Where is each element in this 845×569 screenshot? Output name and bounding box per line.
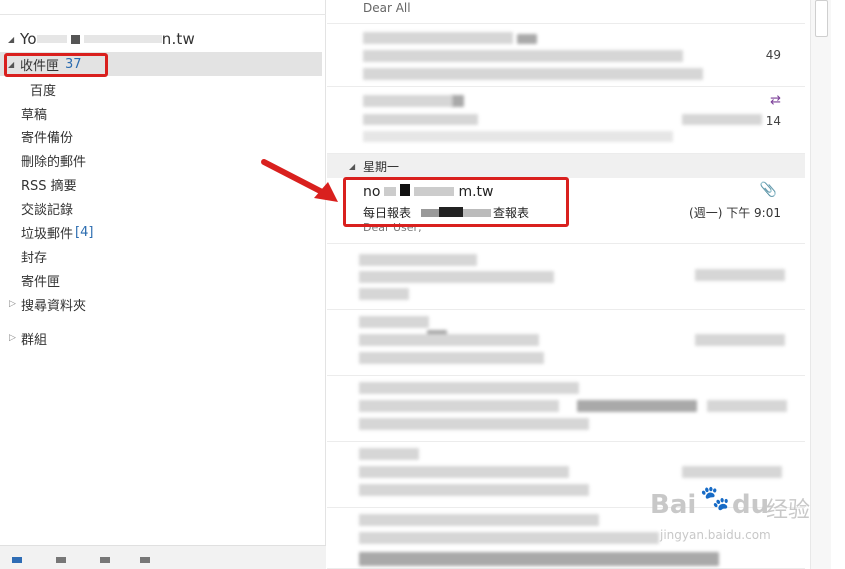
folder-sent[interactable]: 寄件備份 [0, 124, 322, 148]
blurred-value: 14 [765, 114, 781, 128]
divider [0, 14, 326, 15]
people-nav-icon[interactable] [100, 557, 110, 563]
message-item[interactable] [327, 244, 805, 310]
folder-label: 草稿 [21, 107, 48, 123]
folder-label: 刪除的郵件 [21, 154, 87, 170]
message-preview: Dear All [363, 1, 411, 15]
account-name-suffix: n.tw [161, 30, 195, 48]
folder-label: 交談記錄 [21, 202, 74, 218]
folder-label: 垃圾郵件 [21, 226, 74, 242]
folder-label: 封存 [21, 250, 48, 266]
watermark-url: jingyan.baidu.com [660, 528, 771, 542]
reply-icon: ⇄ [770, 93, 781, 108]
message-item[interactable]: ⇄ 14 [327, 87, 805, 154]
collapse-triangle-icon[interactable]: ◢ [8, 35, 20, 44]
folder-search-folders[interactable]: ▷ 搜尋資料夾 [0, 292, 322, 316]
calendar-nav-icon[interactable] [56, 557, 66, 563]
folder-label: RSS 摘要 [21, 178, 77, 194]
folder-outbox[interactable]: 寄件匣 [0, 268, 322, 292]
mail-nav-icon[interactable] [12, 557, 22, 563]
attachment-icon: 📎 [759, 182, 777, 198]
message-item[interactable]: 49 [327, 24, 805, 87]
folder-archive[interactable]: 封存 [0, 244, 322, 268]
inbox-highlight-box [4, 53, 108, 77]
collapse-triangle-icon[interactable]: ◢ [349, 162, 363, 171]
redaction-mask [70, 34, 80, 44]
expand-triangle-icon[interactable]: ▷ [9, 333, 21, 343]
folder-drafts[interactable]: 草稿 [0, 101, 322, 125]
tasks-nav-icon[interactable] [140, 557, 150, 563]
scroll-thumb[interactable] [815, 0, 828, 37]
watermark-cn: 经验 [766, 498, 811, 523]
folder-baidu[interactable]: 百度 [0, 77, 322, 101]
folder-label: 搜尋資料夾 [21, 298, 87, 314]
folder-label: 寄件備份 [21, 130, 74, 146]
message-highlight-box [343, 177, 569, 227]
message-received-time: (週一) 下午 9:01 [689, 206, 781, 220]
message-item[interactable] [327, 376, 805, 442]
redaction-mask [36, 35, 67, 43]
unread-count: [4] [75, 224, 94, 240]
folder-label: 群組 [21, 332, 48, 348]
date-group-header[interactable]: ◢ 星期一 [327, 154, 805, 178]
folder-junk[interactable]: 垃圾郵件 [4] [0, 220, 322, 244]
folder-groups[interactable]: ▷ 群組 [0, 326, 322, 350]
watermark: Bai 🐾 du 经验 jingyan.baidu.com [640, 470, 840, 550]
account-header[interactable]: ◢ Yo n.tw [8, 28, 195, 50]
paw-icon: 🐾 [700, 484, 730, 512]
account-name-prefix: Yo [20, 30, 37, 48]
folder-label: 寄件匣 [21, 274, 61, 290]
annotation-arrow-icon [261, 159, 338, 202]
blurred-value: 49 [765, 48, 781, 62]
date-group-label: 星期一 [363, 159, 400, 174]
watermark-brand: Bai [650, 490, 697, 520]
message-item[interactable]: Dear All [327, 0, 805, 24]
expand-triangle-icon[interactable]: ▷ [9, 299, 21, 309]
watermark-brand-suffix: du [732, 490, 770, 520]
navigation-bar [0, 545, 326, 569]
message-item[interactable] [327, 310, 805, 376]
redaction-mask [83, 35, 162, 43]
folder-pane: ◢ Yo n.tw ◢ 收件匣 37 百度 草稿 寄件備份 刪除的郵件 RSS … [0, 0, 326, 569]
folder-label: 百度 [30, 83, 57, 99]
